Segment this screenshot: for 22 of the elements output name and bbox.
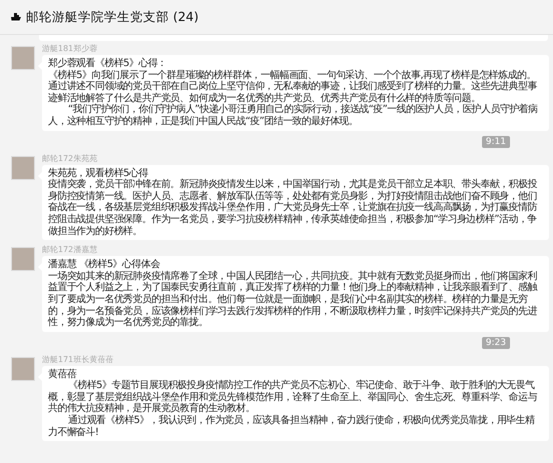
- message-text: 一场突如其来的新冠肺炎疫情席卷了全球，中国人民团结一心，共同抗疫。其中就有无数党员挺身而出，他们将国家利益置于个人利益之上，为了国泰民安勇往直前，真正发挥了榜样的力量！他们身上的奉献精神，让我亲眼看到了、感触到了要成为一名优秀党员的担当和付出。他们每一位就是一面旗帜，是我们心中名副其实的榜样。榜样的力量是无穷的，身为一名预备党员，应该像榜样们学习去践行发挥榜样的作用，不断汲取榜样力量，时刻牢记保持共产党员的先进性，努力像成为一名优秀党员的靠拢。: [48, 270, 538, 329]
- message-text: 《榜样5》专题节目展现积极投身疫情防控工作的共产党员不忘初心、牢记使命、敢于斗争、敢于胜利的大无畏气概，彰显了基层党组织战斗堡垒作用和党员先锋模范作用，诠释了生命至上、举国同心、舍生忘死、尊重科学、命运与共的伟大抗疫精神，是开展党员教育的生动教材。: [48, 380, 538, 414]
- avatar-photo: [11, 46, 35, 70]
- avatar-photo: [11, 356, 35, 381]
- timestamp: 9:11: [482, 136, 510, 148]
- message-title: 潘嘉慧 《榜样5》心得体会: [48, 259, 161, 270]
- message-title: 郑少蓉观看《榜样5》心得：: [48, 58, 168, 70]
- sender-name: 游艇171班长黄蓓蓓: [42, 354, 114, 365]
- ship-icon: [11, 13, 21, 21]
- message-title: 黄蓓蓓: [48, 368, 76, 380]
- sender-name: 游艇181郑少蓉: [42, 44, 98, 54]
- message-text: 《榜样5》向我们展示了一个群星璀璨的榜样群体，一幅幅画面、一句句采访、一个个故事,再现了榜样是怎样炼成的。通过讲述不同领域的党员干部在自己岗位上坚守信仰，无私奉献的事迹，让我们感受到了榜样的力量。这些先进典型事迹鲜活地解答了什么是共产党员、如何成为一名优秀的共产党员、优秀共产党员有什么样的特质等问题。: [48, 70, 537, 104]
- avatar-photo: [11, 247, 35, 272]
- avatar-photo: [11, 156, 35, 180]
- message-text: 疫情突袭，党员干部冲锋在前。新冠肺炎疫情发生以来，中国举国行动，尤其是党员干部立足本职、带头奉献，积极投身防控疫情第一线。医护人员、志愿者、解放军队伍等等，处处都有党员身影，为打好疫情阻击战他们奋不顾身，他们奋战在一线，各级基层党组织积极发挥战斗堡垒作用，广大党员身先士卒，让党旗在抗疫一线高高飘扬，为打赢疫情防控阻击战提供坚强保障。作为一名党员，要学习抗疫榜样精神，传承英雄使命担当，积极参加“学习身边榜样”活动，争做担当作为的好榜样。: [48, 179, 538, 238]
- message-text: “我们守护你们，你们守护病人”快递小哥汪勇用自己的实际行动，接送战“疫”一线的医护人员，医护人员守护着病人，这种相互守护的精神，正是我们中国人民战“疫”团结一致的最好体现。: [48, 104, 539, 128]
- message-text: 通过观看《榜样5》，我认识到，作为党员，应该具备担当精神，奋力践行使命，积极向优秀党员靠拢，用毕生精力不懈奋斗!: [48, 415, 536, 438]
- message-title: 朱苑苑，观看榜样5心得: [48, 168, 150, 179]
- sender-name: 邮轮172潘嘉慧: [42, 245, 98, 256]
- timestamp: 9:23: [482, 336, 510, 349]
- sender-name: 邮轮172朱苑苑: [42, 154, 98, 164]
- window-title: 邮轮游艇学院学生党支部 (24): [26, 8, 199, 26]
